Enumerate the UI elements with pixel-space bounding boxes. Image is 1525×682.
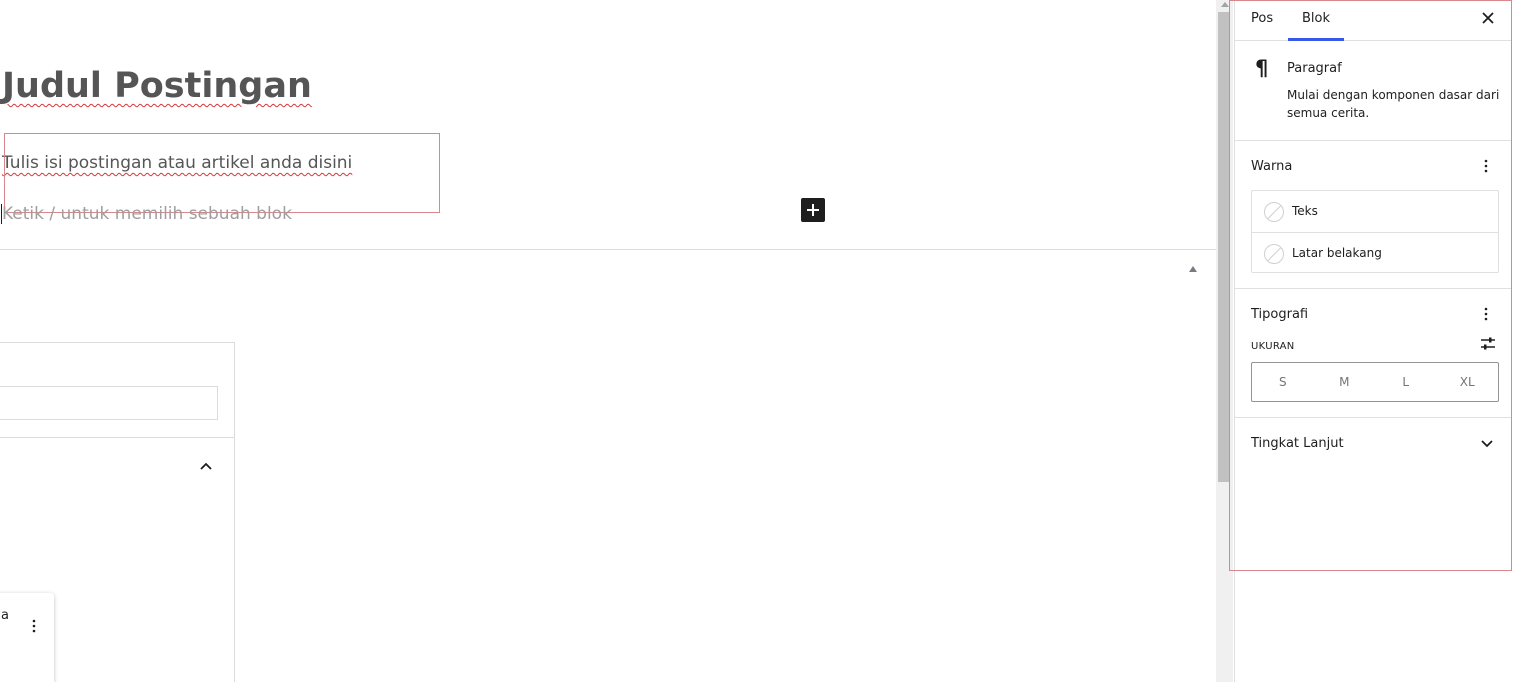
- scrollbar-thumb[interactable]: [1218, 12, 1229, 482]
- advanced-panel[interactable]: Tingkat Lanjut: [1235, 418, 1511, 468]
- settings-sidebar: Pos Blok ¶ Paragraf Mulai dengan kompone…: [1234, 0, 1525, 682]
- sliders-icon[interactable]: [1479, 336, 1497, 352]
- size-option-l[interactable]: L: [1375, 363, 1437, 401]
- size-option-m[interactable]: M: [1314, 363, 1376, 401]
- post-title[interactable]: Judul Postingan: [2, 66, 312, 106]
- close-icon[interactable]: [1479, 9, 1497, 27]
- editor-canvas: Judul Postingan Tulis isi postingan atau…: [0, 0, 1216, 682]
- size-option-s[interactable]: S: [1252, 363, 1314, 401]
- block-description: Mulai dengan komponen dasar dari semua c…: [1287, 88, 1500, 120]
- editor-scrollbar[interactable]: [1216, 0, 1233, 682]
- color-item-label: Teks: [1292, 204, 1318, 218]
- color-swatch-icon: [1264, 202, 1284, 222]
- paragraph-highlight-frame: [4, 133, 440, 213]
- add-block-button[interactable]: [801, 198, 825, 222]
- block-card: ¶ Paragraf Mulai dengan komponen dasar d…: [1235, 41, 1511, 141]
- meta-box-input[interactable]: [0, 386, 218, 420]
- tab-pos[interactable]: Pos: [1251, 0, 1273, 41]
- plus-icon: [807, 204, 819, 216]
- chevron-down-icon[interactable]: [1479, 435, 1495, 451]
- advanced-panel-title: Tingkat Lanjut: [1251, 436, 1344, 451]
- color-options-icon[interactable]: [1483, 158, 1489, 174]
- size-option-xl[interactable]: XL: [1437, 363, 1499, 401]
- color-item-background[interactable]: Latar belakang: [1252, 232, 1498, 273]
- text-caret: [1, 204, 2, 224]
- meta-boxes-divider: [0, 249, 1216, 250]
- more-options-icon[interactable]: [30, 618, 38, 634]
- scroll-up-arrow-icon[interactable]: [1221, 2, 1229, 7]
- paragraph-icon: ¶: [1255, 56, 1269, 80]
- color-list: Teks Latar belakang: [1251, 190, 1499, 273]
- collapse-meta-arrow-icon[interactable]: [1189, 266, 1197, 272]
- tab-blok[interactable]: Blok: [1288, 0, 1344, 41]
- typography-options-icon[interactable]: [1483, 306, 1489, 322]
- color-swatch-icon: [1264, 244, 1284, 264]
- block-toolbar-popover: a: [0, 593, 54, 682]
- chevron-up-icon[interactable]: [197, 458, 215, 476]
- sidebar-tabs: Pos Blok: [1235, 0, 1511, 41]
- block-title: Paragraf: [1287, 61, 1342, 76]
- size-label: UKURAN: [1251, 341, 1295, 352]
- default-block-appender[interactable]: Ketik / untuk memilih sebuah blok: [2, 204, 292, 224]
- color-item-label: Latar belakang: [1292, 246, 1382, 260]
- typography-panel: Tipografi UKURAN S M L XL: [1235, 289, 1511, 418]
- color-panel-title: Warna: [1251, 159, 1293, 174]
- meta-box-divider: [0, 437, 234, 438]
- color-panel: Warna Teks Latar belakang: [1235, 141, 1511, 289]
- font-size-picker: S M L XL: [1251, 362, 1499, 402]
- typography-panel-title: Tipografi: [1251, 307, 1309, 322]
- color-item-text[interactable]: Teks: [1252, 191, 1498, 232]
- popover-text: a: [1, 608, 9, 623]
